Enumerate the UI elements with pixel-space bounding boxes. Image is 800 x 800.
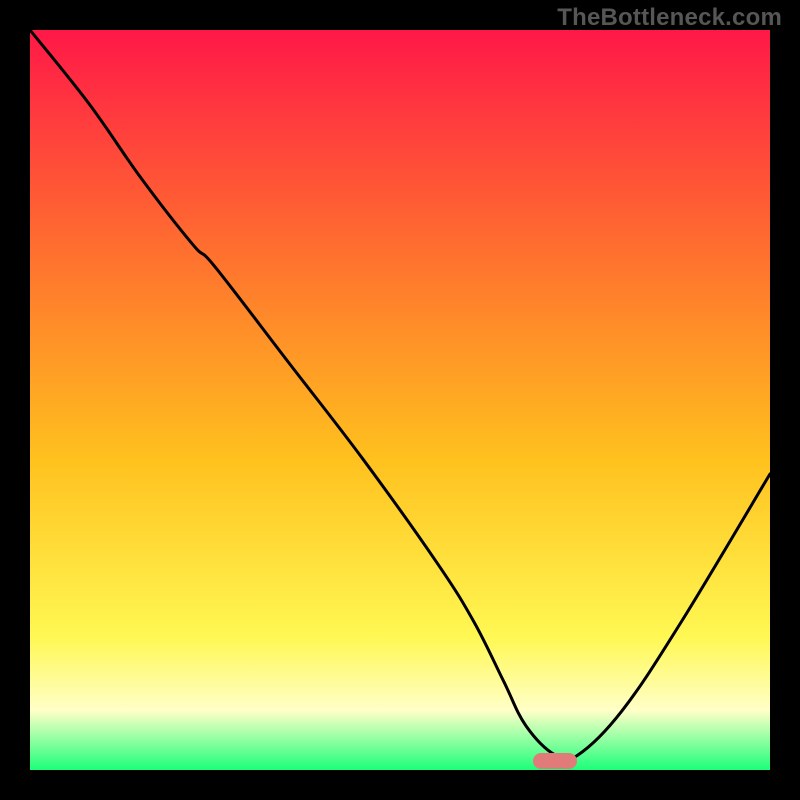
- watermark-text: TheBottleneck.com: [557, 4, 782, 32]
- plot-area: [30, 30, 770, 770]
- optimal-marker: [533, 753, 577, 769]
- chart-svg: [30, 30, 770, 770]
- chart-frame: TheBottleneck.com: [0, 0, 800, 800]
